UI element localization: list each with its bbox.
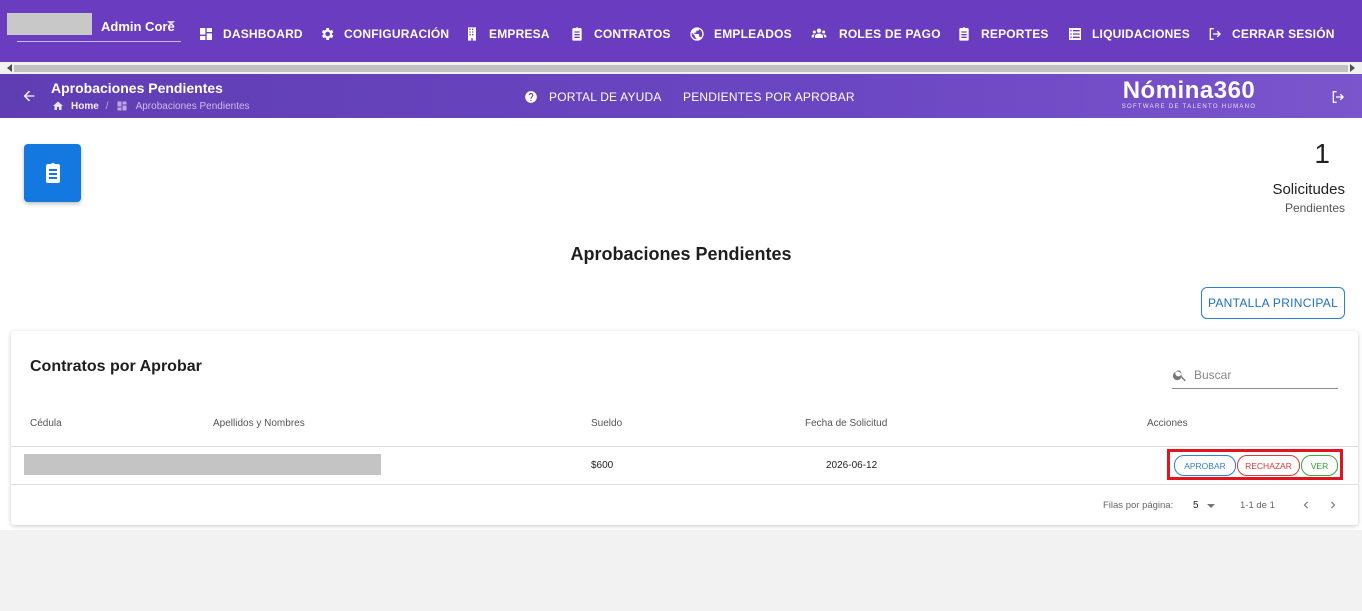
row-fecha: 2026-06-12	[826, 460, 878, 471]
aprobar-button[interactable]: APROBAR	[1174, 455, 1236, 476]
breadcrumb: Home / Aprobaciones Pendientes	[52, 99, 250, 113]
ver-button[interactable]: VER	[1301, 455, 1338, 476]
column-header-sueldo[interactable]: Sueldo	[591, 418, 622, 429]
pending-count: 1	[1314, 138, 1330, 169]
scrollbar-thumb[interactable]	[14, 65, 1348, 72]
brand-name: Nómina360	[1122, 77, 1256, 104]
dashboard-icon	[117, 101, 127, 111]
logout-icon[interactable]	[1330, 89, 1346, 105]
back-arrow-icon[interactable]	[21, 88, 37, 104]
building-icon	[468, 27, 476, 41]
gear-icon	[321, 28, 334, 40]
dashboard-icon	[200, 28, 212, 40]
pending-count-label: Solicitudes	[1272, 181, 1345, 198]
avatar[interactable]	[7, 13, 92, 35]
sub-link-label: PORTAL DE AYUDA	[549, 90, 662, 104]
chevron-left-icon	[1303, 501, 1308, 509]
rows-per-page-label: Filas por página:	[1103, 500, 1174, 511]
row-divider	[11, 484, 1358, 485]
clipboard-icon	[45, 162, 60, 183]
scroll-right-icon[interactable]	[1350, 64, 1355, 72]
globe-icon	[690, 27, 704, 41]
section-title: Aprobaciones Pendientes	[570, 244, 792, 264]
nav-label: ROLES DE PAGO	[839, 27, 941, 41]
nav-label: REPORTES	[981, 27, 1049, 41]
home-icon	[53, 101, 63, 110]
user-name[interactable]: Admin Core	[101, 19, 175, 34]
column-header-acciones: Acciones	[1147, 418, 1188, 429]
pagination-range: 1-1 de 1	[1240, 500, 1275, 511]
next-page-button[interactable]	[1326, 498, 1340, 512]
page-title: Aprobaciones Pendientes	[51, 80, 223, 96]
table-title: Contratos por Aprobar	[30, 358, 202, 375]
sub-link-label: PENDIENTES POR APROBAR	[683, 90, 855, 104]
rows-per-page-select[interactable]: 5	[1193, 500, 1199, 511]
nav-reportes[interactable]: REPORTES	[956, 24, 1049, 44]
portal-de-ayuda-link[interactable]: PORTAL DE AYUDA	[524, 89, 662, 105]
nav-label: EMPRESA	[489, 27, 550, 41]
search-icon	[1172, 370, 1186, 382]
nav-label: CERRAR SESIÓN	[1232, 27, 1335, 41]
pending-count-sublabel: Pendientes	[1284, 201, 1345, 215]
nav-label: EMPLEADOS	[714, 27, 792, 41]
previous-page-button[interactable]	[1299, 498, 1313, 512]
report-icon	[959, 27, 969, 41]
user-underline	[17, 41, 181, 42]
pendientes-por-aprobar-link[interactable]: PENDIENTES POR APROBAR	[683, 89, 855, 105]
nav-empleados[interactable]: EMPLEADOS	[689, 24, 792, 44]
breadcrumb-home[interactable]: Home	[71, 101, 99, 112]
nav-contratos[interactable]: CONTRATOS	[569, 24, 671, 44]
nav-roles-de-pago[interactable]: ROLES DE PAGO	[808, 24, 941, 44]
chevron-down-icon[interactable]	[167, 21, 175, 25]
rechazar-button[interactable]: RECHAZAR	[1237, 455, 1300, 476]
row-sueldo: $600	[591, 460, 614, 471]
chevron-right-icon	[1331, 501, 1336, 509]
breadcrumb-separator: /	[105, 100, 109, 112]
breadcrumb-current: Aprobaciones Pendientes	[135, 100, 250, 112]
nav-configuracion[interactable]: CONFIGURACIÓN	[319, 24, 449, 44]
section-icon-card	[24, 144, 81, 202]
help-icon	[525, 91, 537, 103]
nav-label: CONFIGURACIÓN	[344, 27, 450, 41]
brand-tagline: SOFTWARE DE TALENTO HUMANO	[1121, 104, 1257, 110]
brand-logo: Nómina360 SOFTWARE DE TALENTO HUMANO	[1117, 77, 1261, 111]
column-header-cedula[interactable]: Cédula	[30, 418, 62, 429]
list-icon	[1069, 28, 1081, 40]
column-header-fecha[interactable]: Fecha de Solicitud	[805, 418, 887, 429]
nav-label: DASHBOARD	[223, 27, 303, 41]
nav-liquidaciones[interactable]: LIQUIDACIONES	[1067, 24, 1190, 44]
logout-icon	[1209, 28, 1221, 40]
search-input[interactable]	[1194, 368, 1334, 382]
nav-cerrar-sesion[interactable]: CERRAR SESIÓN	[1207, 24, 1335, 44]
scroll-left-icon[interactable]	[7, 64, 12, 72]
nav-label: LIQUIDACIONES	[1092, 27, 1190, 41]
pantalla-principal-button[interactable]: PANTALLA PRINCIPAL	[1201, 287, 1345, 319]
search-field[interactable]	[1172, 362, 1338, 389]
group-icon	[811, 28, 827, 38]
redacted-identity	[24, 454, 381, 475]
chevron-down-icon[interactable]	[1207, 504, 1215, 508]
nav-empresa[interactable]: EMPRESA	[464, 24, 550, 44]
nav-label: CONTRATOS	[594, 27, 671, 41]
clipboard-icon	[572, 27, 582, 41]
nav-dashboard[interactable]: DASHBOARD	[198, 24, 303, 44]
header-divider	[11, 446, 1358, 447]
column-header-nombres[interactable]: Apellidos y Nombres	[213, 418, 305, 429]
